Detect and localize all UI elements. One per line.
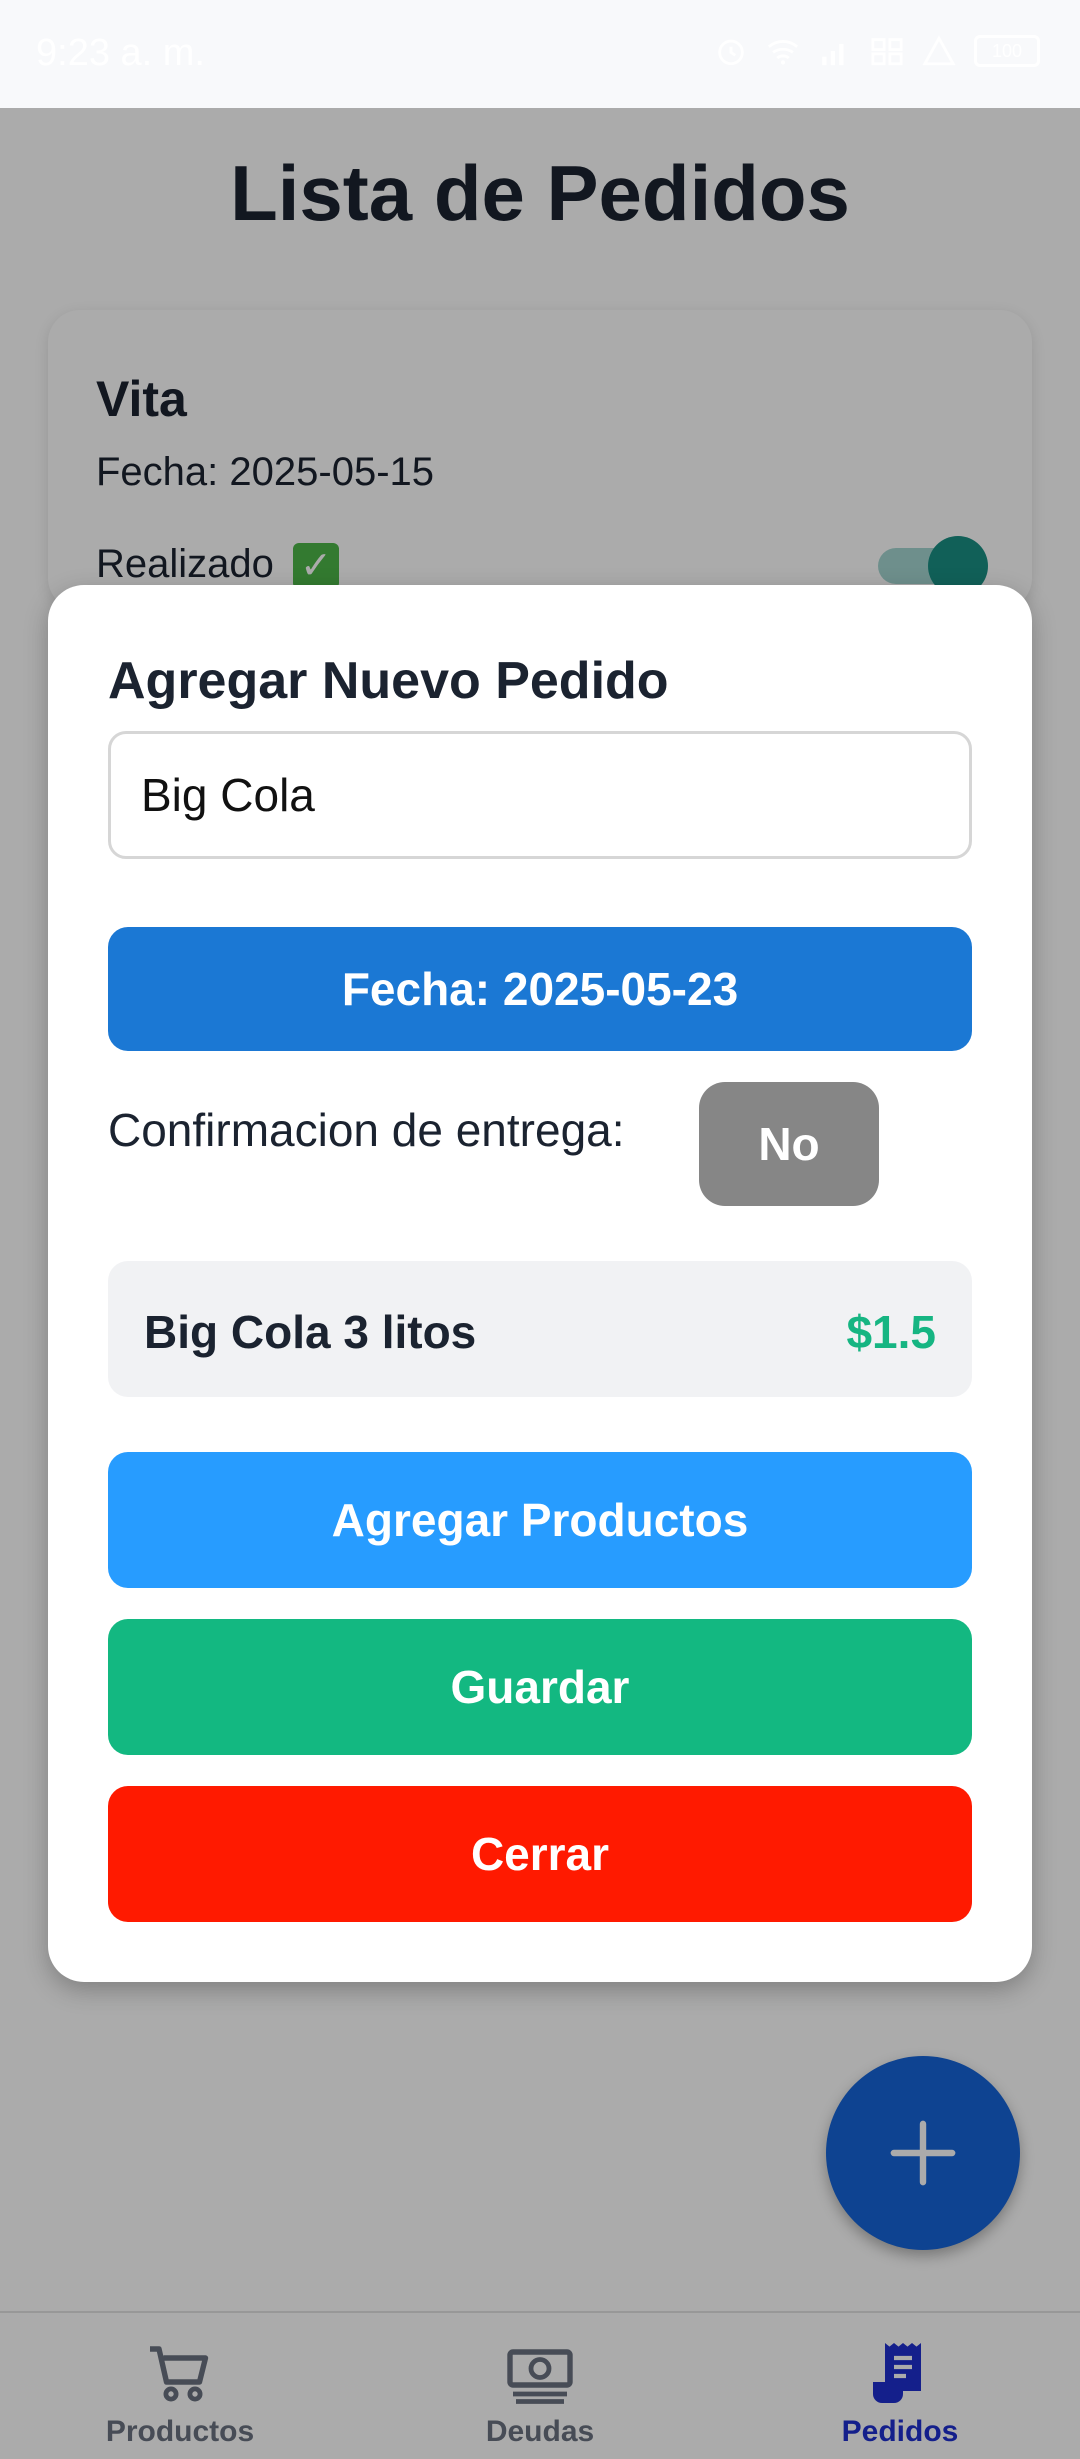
battery-icon: 100 xyxy=(974,35,1040,67)
alarm-icon xyxy=(714,34,748,68)
modal-title: Agregar Nuevo Pedido xyxy=(108,652,669,710)
product-price: $1.5 xyxy=(846,1306,936,1358)
save-button[interactable]: Guardar xyxy=(108,1619,972,1755)
wifi-icon xyxy=(766,34,800,68)
data-icon xyxy=(870,34,904,68)
status-icons: 100 xyxy=(714,34,1040,68)
status-bar: 9:23 a. m. 100 xyxy=(0,0,1080,108)
add-products-button[interactable]: Agregar Productos xyxy=(108,1452,972,1588)
delivery-confirmation-label: Confirmacion de entrega: xyxy=(108,1104,625,1156)
date-picker-button[interactable]: Fecha: 2025-05-23 xyxy=(108,927,972,1051)
product-name: Big Cola 3 litos xyxy=(144,1306,477,1358)
order-name-input[interactable] xyxy=(108,731,972,859)
close-button[interactable]: Cerrar xyxy=(108,1786,972,1922)
new-order-modal: Agregar Nuevo Pedido Fecha: 2025-05-23 C… xyxy=(48,585,1032,1982)
warning-icon xyxy=(922,34,956,68)
product-list-item[interactable]: Big Cola 3 litos $1.5 xyxy=(108,1261,972,1397)
signal-icon xyxy=(818,34,852,68)
status-time: 9:23 a. m. xyxy=(36,32,205,74)
delivery-confirmation-toggle[interactable]: No xyxy=(699,1082,879,1206)
